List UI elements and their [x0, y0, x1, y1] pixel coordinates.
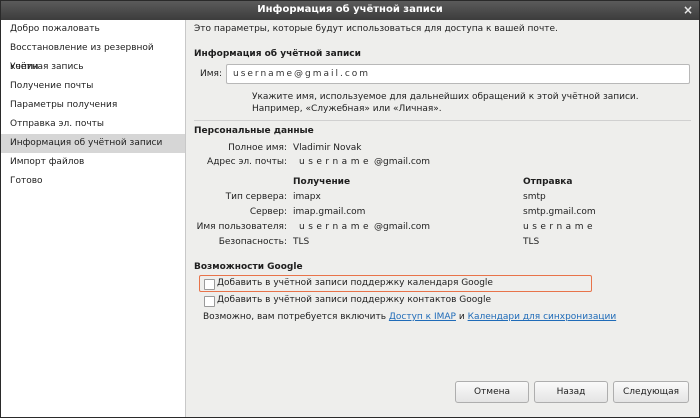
email-domain: @gmail.com [374, 157, 431, 167]
google-note: Возможно, вам потребуется включить Досту… [203, 312, 616, 322]
close-icon[interactable]: × [681, 3, 695, 17]
sidebar-item-receiving[interactable]: Получение почты [1, 77, 185, 96]
receive-security: TLS [293, 237, 310, 247]
title-bar: Информация об учётной записи × [1, 1, 699, 20]
calendar-sync-link[interactable]: Календари для синхронизации [468, 312, 617, 322]
calendar-checkbox[interactable] [204, 279, 215, 290]
back-button[interactable]: Назад [534, 381, 608, 403]
next-button[interactable]: Следующая [613, 381, 689, 403]
server-type-label: Тип сервера: [225, 192, 287, 202]
receive-column-header: Получение [293, 177, 351, 187]
window-title: Информация об учётной записи [257, 4, 443, 15]
sidebar-item-sending[interactable]: Отправка эл. почты [1, 115, 185, 134]
fullname-label: Полное имя: [228, 143, 287, 153]
name-hint-line2: Например, «Служебная» или «Личная». [252, 104, 442, 114]
divider [194, 120, 691, 121]
send-server: smtp.gmail.com [523, 207, 596, 217]
sidebar: Добро пожаловать Восстановление из резер… [1, 20, 186, 417]
username-label: Имя пользователя: [196, 222, 287, 232]
send-security: TLS [523, 237, 540, 247]
google-heading: Возможности Google [194, 262, 303, 272]
sidebar-item-done[interactable]: Готово [1, 172, 185, 191]
google-note-and: и [458, 312, 465, 322]
receive-server: imap.gmail.com [293, 207, 366, 217]
calendar-checkbox-label[interactable]: Добавить в учётной записи поддержку кале… [217, 278, 493, 288]
intro-text: Это параметры, которые будут использоват… [194, 24, 558, 34]
sidebar-item-receiving-options[interactable]: Параметры получения [1, 96, 185, 115]
sidebar-item-account-info[interactable]: Информация об учётной записи [1, 134, 185, 153]
cancel-button[interactable]: Отмена [455, 381, 529, 403]
calendar-checkbox-row[interactable]: Добавить в учётной записи поддержку кале… [199, 275, 592, 292]
sidebar-item-import[interactable]: Импорт файлов [1, 153, 185, 172]
sidebar-item-restore[interactable]: Восстановление из резервной копии [1, 39, 185, 72]
name-hint-line1: Укажите имя, используемое для дальнейших… [252, 92, 639, 102]
send-column-header: Отправка [523, 177, 573, 187]
contacts-checkbox-label[interactable]: Добавить в учётной записи поддержку конт… [217, 295, 491, 305]
email-label: Адрес эл. почты: [207, 157, 287, 167]
send-username: username [523, 222, 596, 232]
email-user: username [299, 157, 372, 167]
name-label: Имя: [200, 69, 222, 79]
personal-heading: Персональные данные [194, 126, 314, 136]
google-note-prefix: Возможно, вам потребуется включить [203, 312, 386, 322]
sidebar-item-welcome[interactable]: Добро пожаловать [1, 20, 185, 39]
assistant-window: Информация об учётной записи × Добро пож… [0, 0, 700, 418]
receive-username: username [299, 222, 372, 232]
fullname-value: Vladimir Novak [293, 143, 362, 153]
imap-access-link[interactable]: Доступ к IMAP [389, 312, 456, 322]
account-info-heading: Информация об учётной записи [194, 49, 361, 59]
contacts-checkbox-row[interactable]: Добавить в учётной записи поддержку конт… [199, 292, 592, 309]
main-panel: Это параметры, которые будут использоват… [186, 20, 699, 417]
contacts-checkbox[interactable] [204, 296, 215, 307]
account-name-input[interactable]: username@gmail.com [226, 64, 690, 84]
sidebar-item-account[interactable]: Учётная запись [1, 58, 185, 77]
send-server-type: smtp [523, 192, 546, 202]
receive-username-domain: @gmail.com [374, 222, 431, 232]
server-label: Сервер: [249, 207, 287, 217]
security-label: Безопасность: [218, 237, 287, 247]
receive-server-type: imapx [293, 192, 321, 202]
